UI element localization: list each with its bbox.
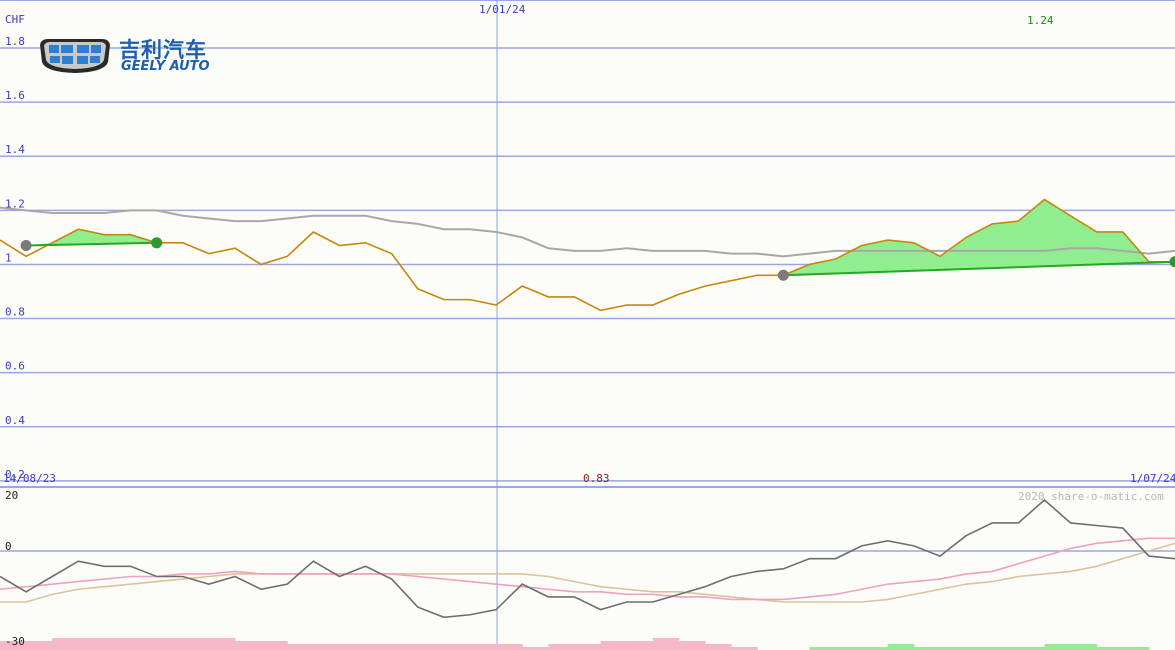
start-date-label: 14/08/23 [3,472,56,485]
histogram-bar [235,641,262,650]
low-price-label: 0.83 [583,472,610,485]
y-tick-label: 1.2 [5,197,25,210]
histogram-bar [156,638,184,650]
histogram-bar [287,644,314,650]
histogram-bar [574,644,602,650]
histogram-bar [130,638,158,650]
indicator-tick-label: -30 [5,635,25,648]
y-tick-label: 0.4 [5,414,25,427]
histogram-bar [548,644,575,650]
y-tick-label: 1 [5,251,12,264]
histogram-bar [626,641,654,650]
mid-date-label: 1/01/24 [479,3,526,16]
histogram-bar [313,644,340,650]
histogram-bar [391,644,419,650]
histogram-bar [365,644,393,650]
histogram-bar [705,644,732,650]
y-tick-label: 1.4 [5,143,25,156]
histogram-bar [26,641,53,650]
histogram-bar [104,638,132,650]
histogram-bar [443,644,471,650]
histogram-bar [417,644,445,650]
histogram-bar [261,641,288,650]
y-tick-label: 1.6 [5,89,25,102]
histogram-bar [78,638,105,650]
histogram-bar [182,638,210,650]
trend-start-point [20,240,32,252]
indicator-tick-label: 20 [5,489,18,502]
histogram-bar [678,641,706,650]
histogram-bar [208,638,236,650]
histogram-bar [496,644,523,650]
histogram-bar [52,638,79,650]
y-tick-label: 0.6 [5,360,25,373]
trend-start-point [777,269,789,281]
trend-end-point [151,237,163,249]
chart-background [0,0,1175,650]
histogram-bar [652,638,680,650]
high-price-label: 1.24 [1027,14,1054,27]
watermark-text: 2020 share-o-matic.com [1018,490,1164,503]
y-tick-label: 0.8 [5,306,25,319]
stock-chart: 1.81.61.41.210.80.60.40.2 CHF 1/01/24 1.… [0,0,1175,650]
geely-shield-logo-icon [40,39,110,73]
histogram-bar [1070,644,1098,650]
y-tick-label: 1.8 [5,35,25,48]
histogram-bar [600,641,628,650]
currency-label: CHF [5,13,25,26]
indicator-tick-label: 0 [5,540,12,553]
end-date-label: 1/07/24 [1130,472,1175,485]
histogram-bar [887,644,915,650]
histogram-bar [1044,644,1072,650]
histogram-bar [339,644,367,650]
brand-name-english: GEELY AUTO [121,59,210,74]
histogram-bar [470,644,497,650]
